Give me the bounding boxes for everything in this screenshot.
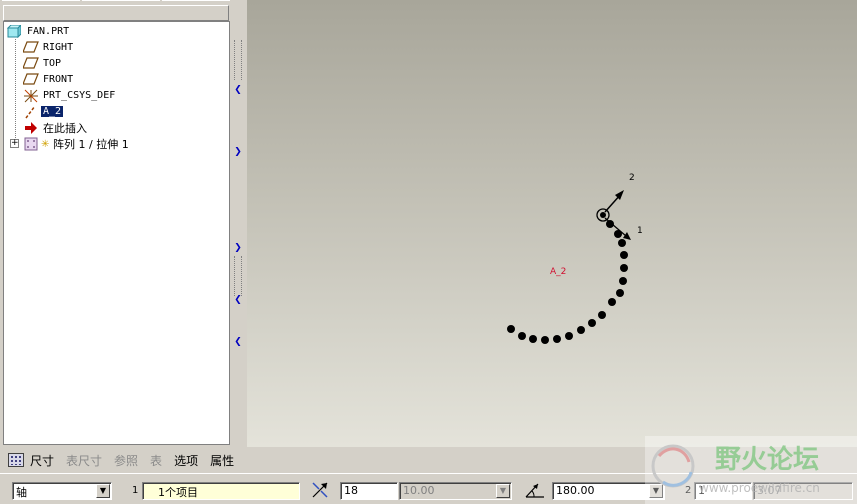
tab-dimensions[interactable]: 尺寸 <box>30 452 54 469</box>
tree-item-top[interactable]: TOP <box>22 56 63 71</box>
collapse-left-arrow-icon[interactable]: ❮ <box>234 338 242 347</box>
pattern-type-select[interactable]: 轴 ▼ <box>12 482 112 500</box>
tree-item-label: A_2 <box>41 106 64 117</box>
member-count-value: 18 <box>344 484 358 497</box>
direction-arrow-2[interactable] <box>604 190 624 213</box>
pattern-icon <box>23 137 39 151</box>
tree-connector-line <box>15 39 16 144</box>
tree-item-label: 在此插入 <box>43 121 87 135</box>
forum-watermark-logo: 野火论坛 www.proewildfire.cn <box>645 436 857 504</box>
tree-item-label: TOP <box>43 58 62 69</box>
tree-item-pattern[interactable]: ✳ 阵列 1 / 拉伸 1 <box>23 136 131 151</box>
model-tree[interactable]: FAN.PRT RIGHT TOP FRONT PRT_CSYS_DEF A_2… <box>3 21 230 445</box>
chevron-down-icon: ▼ <box>496 484 510 498</box>
tree-item-label: FAN.PRT <box>27 26 70 37</box>
pro-engineer-window: FAN.PRT RIGHT TOP FRONT PRT_CSYS_DEF A_2… <box>0 0 857 504</box>
tree-item-front[interactable]: FRONT <box>22 72 75 87</box>
angular-increment-icon[interactable] <box>524 480 544 500</box>
panel-splitter[interactable]: ❮ ❯ ❯ ❮ ❮ <box>230 0 247 447</box>
chevron-down-icon[interactable]: ▼ <box>96 484 110 498</box>
watermark-url: www.proewildfire.cn <box>699 481 820 495</box>
expand-right-arrow-icon[interactable]: ❯ <box>234 148 242 157</box>
direction-label-1: 1 <box>637 226 643 236</box>
direction1-collector-value: 1个项目 <box>158 486 198 499</box>
part-icon <box>6 23 23 39</box>
tree-item-label: FRONT <box>43 74 74 85</box>
regenerate-star-icon: ✳ <box>41 137 49 151</box>
tree-item-label: 阵列 1 / 拉伸 1 <box>53 137 129 151</box>
model-viewport: 2 1 A_2 <box>507 173 643 344</box>
collapse-left-arrow-icon[interactable]: ❮ <box>234 296 242 305</box>
datum-plane-icon <box>22 56 39 71</box>
watermark-title: 野火论坛 <box>715 445 819 475</box>
spacing-value: 10.00 <box>403 484 435 497</box>
collapse-left-arrow-icon[interactable]: ❮ <box>234 86 242 95</box>
model-tree-panel: FAN.PRT RIGHT TOP FRONT PRT_CSYS_DEF A_2… <box>0 0 233 447</box>
svg-text:✳: ✳ <box>41 139 49 149</box>
direction1-collector[interactable]: 1个项目 <box>142 482 300 500</box>
tree-item-right[interactable]: RIGHT <box>22 40 75 55</box>
tree-item-label: RIGHT <box>43 42 74 53</box>
tree-tab-strip <box>0 0 233 4</box>
tree-item-insert-here[interactable]: 在此插入 <box>23 120 89 135</box>
direction-label-2: 2 <box>629 173 635 183</box>
datum-plane-icon <box>22 72 39 87</box>
expand-toggle[interactable]: + <box>10 139 19 148</box>
pattern-preview-dots <box>507 220 628 344</box>
datum-plane-icon <box>22 40 39 55</box>
angle-value: 180.00 <box>556 484 595 497</box>
tree-item-label: PRT_CSYS_DEF <box>43 90 116 101</box>
tab-options[interactable]: 选项 <box>174 452 198 469</box>
tree-item-axis[interactable]: A_2 <box>23 104 64 119</box>
pattern-grid-icon[interactable] <box>8 453 24 467</box>
flip-direction-icon[interactable] <box>310 480 330 500</box>
insert-arrow-icon <box>23 121 39 135</box>
splitter-grip <box>234 256 242 296</box>
spacing-select[interactable]: 10.00 ▼ <box>399 482 512 500</box>
pattern-type-value: 轴 <box>16 486 27 499</box>
tab-table[interactable]: 表 <box>150 452 162 469</box>
tab-references[interactable]: 参照 <box>114 452 138 469</box>
coordinate-system-icon <box>23 89 39 103</box>
graphics-window[interactable]: 2 1 A_2 <box>247 0 857 447</box>
datum-axis-icon <box>23 105 39 119</box>
tree-item-root[interactable]: FAN.PRT <box>6 23 71 39</box>
member-count-input[interactable]: 18 <box>340 482 398 500</box>
axis-annotation: A_2 <box>550 267 566 277</box>
expand-right-arrow-icon[interactable]: ❯ <box>234 244 242 253</box>
tab-table-dimensions[interactable]: 表尺寸 <box>66 452 102 469</box>
tab-properties[interactable]: 属性 <box>210 452 234 469</box>
direction1-index-label: 1 <box>132 485 139 496</box>
splitter-grip <box>234 40 242 80</box>
tree-item-csys[interactable]: PRT_CSYS_DEF <box>23 88 117 103</box>
tree-header-bar <box>3 5 229 21</box>
